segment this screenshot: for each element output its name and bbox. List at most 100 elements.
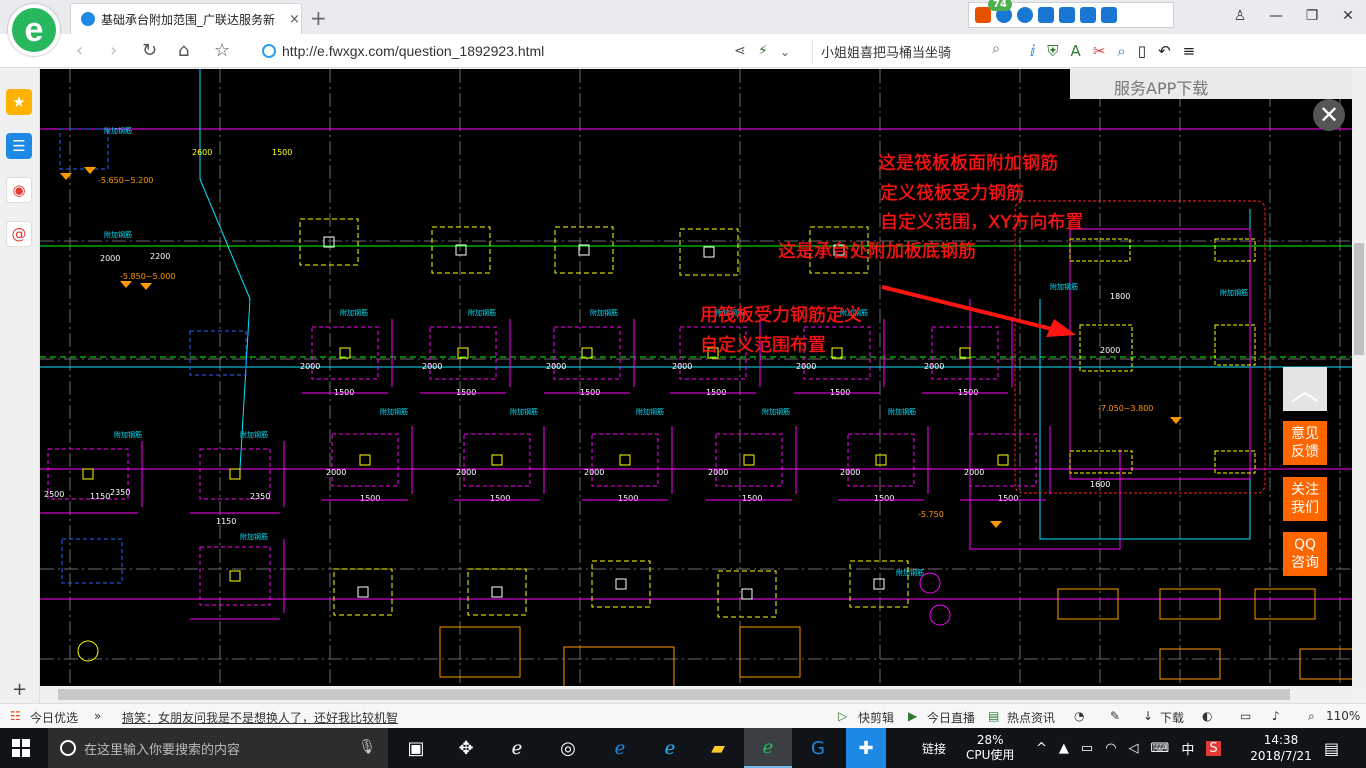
pile-cap	[439, 626, 521, 678]
clock[interactable]: 14:38 2018/7/21	[1250, 728, 1312, 768]
tray-link[interactable]: 链接	[922, 728, 946, 768]
ie-icon[interactable]: ℯ	[493, 728, 541, 768]
tab-active[interactable]: 基础承台附加范围_广联达服务新 ×	[70, 3, 302, 34]
edge-icon[interactable]: ℯ	[596, 728, 644, 768]
pile	[873, 578, 885, 590]
taskbar-search-input[interactable]: 在这里输入你要搜索的内容 🎙	[48, 728, 388, 768]
back-to-top-button[interactable]: ︿	[1283, 367, 1327, 411]
rebar-label: 附加钢筋	[896, 568, 924, 577]
clock-date: 2018/7/21	[1250, 749, 1312, 763]
translate-icon[interactable]: A	[1071, 42, 1081, 60]
quick-clip-link[interactable]: 快剪辑	[858, 709, 894, 726]
share-icon[interactable]: ⋖	[734, 43, 746, 59]
chevron-down-icon[interactable]: ⌄	[780, 45, 790, 59]
clean-icon[interactable]: ◐	[1202, 709, 1212, 723]
pin-icon[interactable]: ✎	[1110, 709, 1120, 723]
horizontal-scrollbar[interactable]	[40, 686, 1352, 703]
mic-icon[interactable]: 🎙	[358, 739, 376, 755]
browser-logo-icon[interactable]: e	[8, 4, 60, 56]
follow-us-button[interactable]: 关注我们	[1283, 477, 1327, 521]
shield-icon[interactable]: ⛨	[1047, 42, 1058, 60]
action-center-icon[interactable]: ▤	[1324, 728, 1339, 768]
weibo-icon[interactable]: ◉	[6, 177, 32, 203]
battery-icon[interactable]: ▭	[1081, 741, 1093, 756]
shirt-icon[interactable]	[1080, 7, 1096, 23]
download-link[interactable]: 下载	[1160, 709, 1184, 726]
app-download-banner[interactable]: 服务APP下载	[1070, 69, 1366, 99]
hot-news-link[interactable]: 热点资讯	[1007, 709, 1055, 726]
dimension-label: 2350	[250, 492, 270, 501]
undo-icon[interactable]: ↶	[1158, 42, 1171, 60]
browser-app-icon[interactable]: ℯ	[744, 728, 792, 768]
wrench-icon[interactable]	[1101, 7, 1117, 23]
shirt-skin-icon[interactable]: ♙	[1222, 0, 1258, 32]
pile	[229, 570, 241, 582]
ime-indicator[interactable]: 中	[1181, 739, 1194, 758]
task-view-icon[interactable]: ▣	[392, 728, 440, 768]
new-tab-button[interactable]: +	[310, 6, 327, 30]
speed-icon[interactable]: ◔	[1074, 709, 1084, 723]
maximize-button[interactable]: ❐	[1294, 0, 1330, 32]
pile	[875, 454, 887, 466]
plus-app-icon[interactable]: ✚	[846, 728, 886, 768]
keyboard-icon[interactable]	[1059, 7, 1075, 23]
chevron-double-icon[interactable]: »	[94, 709, 101, 723]
scroll-thumb[interactable]	[1354, 243, 1364, 355]
file-explorer-icon[interactable]: ▰	[694, 728, 742, 768]
keyboard-icon[interactable]: ⌨	[1151, 741, 1170, 756]
swirl-app-icon[interactable]: ◎	[544, 728, 592, 768]
dimension-label: 2000	[546, 362, 566, 371]
scissors-icon[interactable]: ✂	[1093, 42, 1106, 60]
dimension-label: 2000	[840, 468, 860, 477]
taskbar: 在这里输入你要搜索的内容 🎙 ▣ ✥ ℯ ◎ ℯ ℯ ▰ ℯ G ✚ 链接 28…	[0, 728, 1366, 768]
sidebar-add-icon[interactable]: +	[12, 679, 27, 700]
volume-icon[interactable]: ◁	[1129, 741, 1139, 756]
forward-icon[interactable]: ›	[110, 40, 117, 61]
magnifier-icon[interactable]: ⌕	[1117, 42, 1125, 60]
pile-cap	[1069, 450, 1133, 474]
pinwheel-icon[interactable]: ✥	[442, 728, 490, 768]
feedback-button[interactable]: 意见反馈	[1283, 421, 1327, 465]
today-picks-link[interactable]: 今日优选	[30, 709, 78, 726]
zoom-level[interactable]: 110%	[1326, 709, 1360, 723]
window-icon[interactable]: ▭	[1240, 709, 1251, 723]
extension-badge: 74	[988, 0, 1012, 11]
sound-icon[interactable]: ♪	[1272, 709, 1280, 723]
dimension-label: 2000	[422, 362, 442, 371]
live-link[interactable]: 今日直播	[927, 709, 975, 726]
glodon-app-icon[interactable]: G	[794, 728, 842, 768]
notification-bell-icon[interactable]: ▲	[1059, 741, 1069, 756]
sogou-icon[interactable]: S	[1206, 740, 1221, 756]
pile-cap	[463, 433, 531, 487]
minimize-button[interactable]: —	[1258, 0, 1294, 32]
extension-icon[interactable]	[975, 7, 991, 23]
emoji-icon[interactable]	[1017, 7, 1033, 23]
windows-start-icon[interactable]	[12, 739, 30, 757]
home-icon[interactable]: ⌂	[178, 40, 189, 61]
account-icon[interactable]: ⅈ	[1030, 42, 1035, 60]
menu-icon[interactable]: ≡	[1183, 42, 1196, 60]
phone-icon[interactable]: ▯	[1138, 42, 1146, 60]
cpu-usage-widget[interactable]: 28% CPU使用	[966, 728, 1014, 768]
bookmark-star-icon[interactable]: ☆	[214, 40, 230, 61]
wifi-icon[interactable]: ◠	[1105, 741, 1116, 756]
mic-icon[interactable]	[1038, 7, 1054, 23]
search-input[interactable]: 小姐姐喜把马桶当坐骑 ⌕	[812, 39, 1012, 63]
scroll-thumb[interactable]	[58, 689, 1290, 700]
qq-consult-button[interactable]: QQ咨询	[1283, 532, 1327, 576]
favorites-star-icon[interactable]: ★	[6, 89, 32, 115]
address-field[interactable]: http://e.fwxgx.com/question_1892923.html	[262, 40, 810, 62]
chevron-up-icon[interactable]: ^	[1036, 741, 1047, 756]
refresh-icon[interactable]: ↻	[142, 40, 157, 61]
close-overlay-button[interactable]: ✕	[1313, 99, 1345, 131]
back-icon[interactable]: ‹	[76, 40, 83, 61]
ie-blue-icon[interactable]: ℯ	[646, 728, 694, 768]
close-window-button[interactable]: ✕	[1330, 0, 1366, 32]
mail-icon[interactable]: @	[6, 221, 32, 247]
lightning-icon[interactable]: ⚡	[758, 43, 768, 59]
news-ticker-link[interactable]: 搞笑：女朋友问我是不是想换人了，还好我比较机智	[122, 709, 398, 726]
tab-close-icon[interactable]: ×	[289, 12, 300, 27]
notes-list-icon[interactable]: ☰	[6, 133, 32, 159]
search-icon[interactable]: ⌕	[992, 41, 1000, 57]
vertical-scrollbar[interactable]	[1352, 69, 1366, 686]
